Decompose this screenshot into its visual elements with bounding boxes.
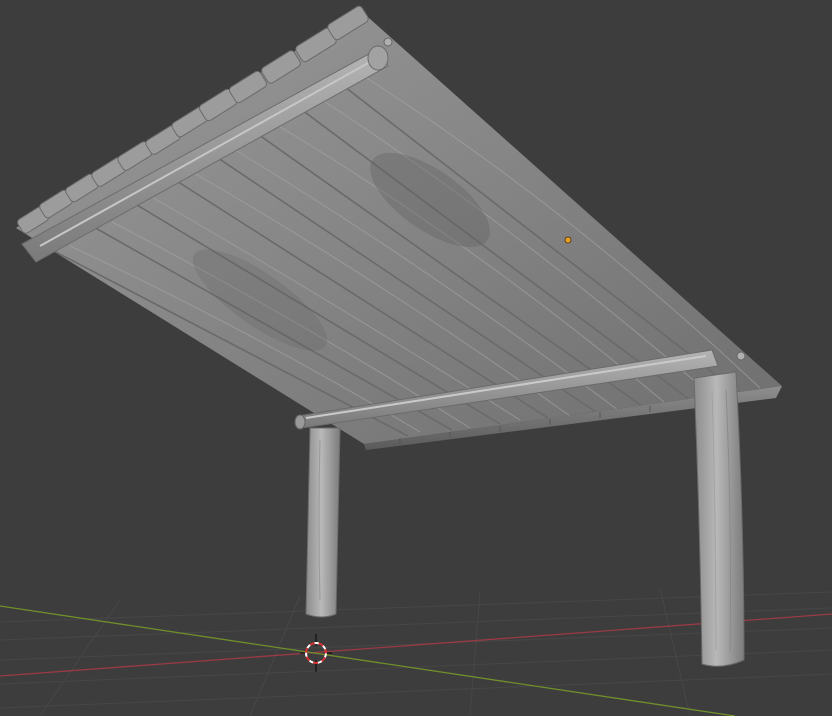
y-axis-line (0, 605, 736, 716)
right-post (693, 371, 745, 667)
3d-viewport[interactable] (0, 0, 832, 716)
nail-head (736, 351, 746, 361)
roof-planks (16, 10, 782, 444)
object-origin-marker[interactable] (564, 236, 572, 244)
nail-head (383, 37, 393, 47)
left-post (305, 427, 341, 618)
viewport-scene (0, 5, 832, 716)
